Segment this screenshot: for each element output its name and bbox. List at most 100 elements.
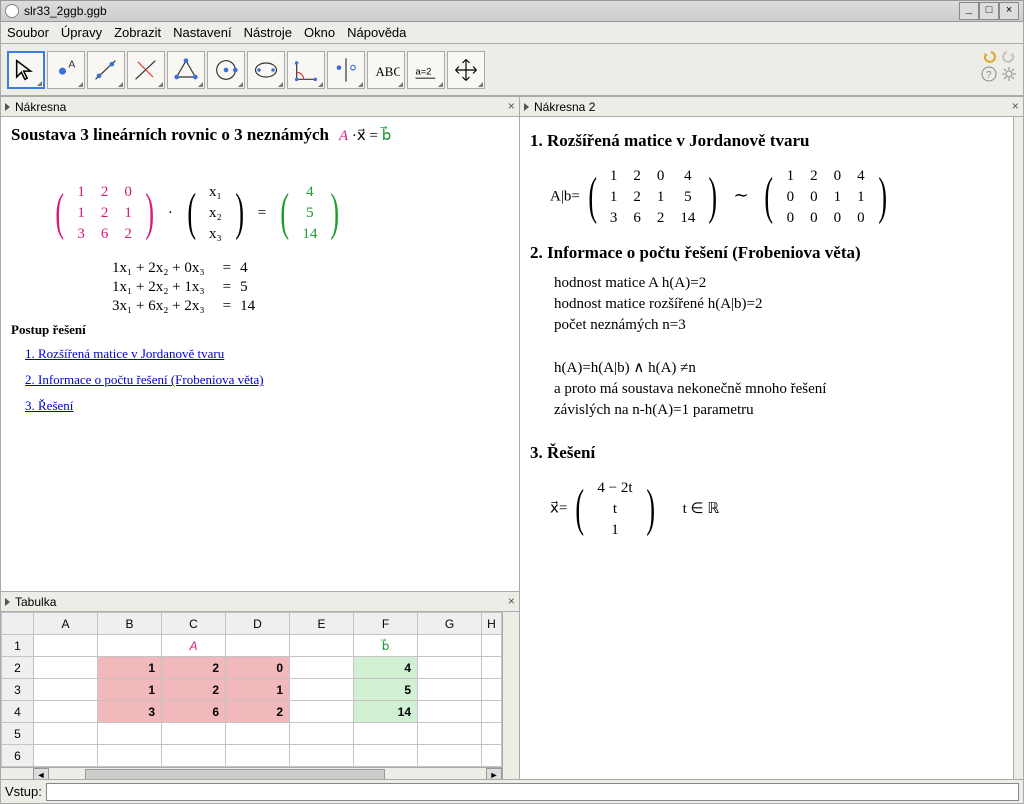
horizontal-scrollbar[interactable]: ◄ ► <box>1 767 502 779</box>
tool-move-view[interactable] <box>447 51 485 89</box>
scroll-right-icon[interactable]: ► <box>486 768 502 779</box>
cell-C1[interactable]: A <box>162 635 226 657</box>
panel-title: Nákresna <box>15 100 66 114</box>
spreadsheet-panel: Tabulka × A B C D E <box>1 591 519 779</box>
select-all-cell[interactable] <box>2 613 34 635</box>
col-G[interactable]: G <box>418 613 482 635</box>
cell-F4[interactable]: 14 <box>354 701 418 723</box>
left-title: Soustava 3 lineárních rovnic o 3 neznámý… <box>11 125 329 145</box>
cell-F2[interactable]: 4 <box>354 657 418 679</box>
tool-angle[interactable] <box>287 51 325 89</box>
menu-zobrazit[interactable]: Zobrazit <box>114 25 161 40</box>
minimize-button[interactable]: _ <box>959 2 979 20</box>
cell-C2[interactable]: 2 <box>162 657 226 679</box>
info-3: počet neznámých n=3 <box>554 317 1003 334</box>
vertical-scrollbar[interactable] <box>502 612 519 779</box>
scroll-left-icon[interactable]: ◄ <box>33 768 49 779</box>
tool-reflect[interactable] <box>327 51 365 89</box>
col-F[interactable]: F <box>354 613 418 635</box>
cell-C4[interactable]: 6 <box>162 701 226 723</box>
maximize-button[interactable]: □ <box>979 2 999 20</box>
row-3[interactable]: 3 <box>2 679 34 701</box>
tool-conic[interactable] <box>247 51 285 89</box>
collapse-triangle-icon[interactable] <box>5 103 10 111</box>
tilde: ∼ <box>733 185 748 205</box>
help-icon[interactable]: ? <box>981 66 997 82</box>
cell-F1[interactable]: b⃗ <box>354 635 418 657</box>
link-step3[interactable]: 3. Řešení <box>25 398 509 414</box>
row-2[interactable]: 2 <box>2 657 34 679</box>
tool-perpendicular[interactable] <box>127 51 165 89</box>
nakresna2-view[interactable]: 1. Rozšířená matice v Jordanově tvaru A|… <box>520 117 1013 779</box>
panel-title: Nákresna 2 <box>534 100 595 114</box>
row-5[interactable]: 5 <box>2 723 34 745</box>
menu-soubor[interactable]: Soubor <box>7 25 49 40</box>
toolbar: A ABC a=2 ? <box>0 44 1024 96</box>
cell-B2[interactable]: 1 <box>98 657 162 679</box>
redo-icon[interactable] <box>1001 48 1017 64</box>
cell-F3[interactable]: 5 <box>354 679 418 701</box>
col-A[interactable]: A <box>34 613 98 635</box>
tool-line[interactable] <box>87 51 125 89</box>
aug-matrix-L: 1204 1215 36214 <box>601 165 705 229</box>
menu-upravy[interactable]: Úpravy <box>61 25 102 40</box>
gear-icon[interactable] <box>1001 66 1017 82</box>
link-step2[interactable]: 2. Informace o počtu řešení (Frobeniova … <box>25 372 509 388</box>
row-4[interactable]: 4 <box>2 701 34 723</box>
right-h2: 2. Informace o počtu řešení (Frobeniova … <box>530 243 1003 263</box>
cell-D3[interactable]: 1 <box>226 679 290 701</box>
panel-title: Tabulka <box>15 595 56 609</box>
collapse-triangle-icon[interactable] <box>5 598 10 606</box>
tool-move[interactable] <box>7 51 45 89</box>
input-label: Vstup: <box>5 784 42 799</box>
panel-header-nakresna[interactable]: Nákresna × <box>1 97 519 117</box>
window-controls: _ □ × <box>959 2 1019 20</box>
tool-point[interactable]: A <box>47 51 85 89</box>
undo-icon[interactable] <box>981 48 997 64</box>
col-H[interactable]: H <box>482 613 502 635</box>
right-h3: 3. Řešení <box>530 443 1003 463</box>
ab-label: A|b= <box>550 189 580 205</box>
content-area: Nákresna × Soustava 3 lineárních rovnic … <box>0 96 1024 780</box>
col-B[interactable]: B <box>98 613 162 635</box>
svg-text:ABC: ABC <box>376 64 401 78</box>
svg-text:?: ? <box>986 70 992 81</box>
close-panel-icon[interactable]: × <box>508 100 515 114</box>
cell-C3[interactable]: 2 <box>162 679 226 701</box>
info-concl1: a proto má soustava nekonečně mnoho řeše… <box>554 381 1003 398</box>
cell-B4[interactable]: 3 <box>98 701 162 723</box>
nakresna-view[interactable]: Soustava 3 lineárních rovnic o 3 neznámý… <box>1 117 519 591</box>
tool-text[interactable]: ABC <box>367 51 405 89</box>
close-panel-icon[interactable]: × <box>508 595 515 609</box>
spreadsheet[interactable]: A B C D E F G H 1Ab⃗ 21204 3121 <box>1 612 502 767</box>
row-6[interactable]: 6 <box>2 745 34 767</box>
tool-circle[interactable] <box>207 51 245 89</box>
sol-x-label: x⃗= <box>550 501 567 517</box>
sym-b: b⃗ <box>382 128 392 144</box>
tool-polygon[interactable] <box>167 51 205 89</box>
menu-napoveda[interactable]: Nápověda <box>347 25 406 40</box>
cell-B3[interactable]: 1 <box>98 679 162 701</box>
sym-A: A <box>339 128 348 144</box>
vertical-scrollbar[interactable] <box>1013 117 1023 779</box>
col-D[interactable]: D <box>226 613 290 635</box>
cell-D4[interactable]: 2 <box>226 701 290 723</box>
menu-nastaveni[interactable]: Nastavení <box>173 25 232 40</box>
col-E[interactable]: E <box>290 613 354 635</box>
cell-D2[interactable]: 0 <box>226 657 290 679</box>
menu-okno[interactable]: Okno <box>304 25 335 40</box>
close-panel-icon[interactable]: × <box>1012 100 1019 114</box>
menu-nastroje[interactable]: Nástroje <box>244 25 292 40</box>
col-C[interactable]: C <box>162 613 226 635</box>
tool-slider[interactable]: a=2 <box>407 51 445 89</box>
close-button[interactable]: × <box>999 2 1019 20</box>
collapse-triangle-icon[interactable] <box>524 103 529 111</box>
panel-header-nakresna2[interactable]: Nákresna 2 × <box>520 97 1023 117</box>
equation-system: 1x₁ + 2x₂ + 0x₃=4 1x₁ + 2x₂ + 1x₃=5 3x₁ … <box>111 259 509 316</box>
link-step1[interactable]: 1. Rozšířená matice v Jordanově tvaru <box>25 346 509 362</box>
menubar: Soubor Úpravy Zobrazit Nastavení Nástroj… <box>0 22 1024 44</box>
command-input[interactable] <box>46 783 1019 801</box>
panel-header-tabulka[interactable]: Tabulka × <box>1 592 519 612</box>
row-1[interactable]: 1 <box>2 635 34 657</box>
solution-vector: 4 − 2t t 1 <box>588 477 641 541</box>
